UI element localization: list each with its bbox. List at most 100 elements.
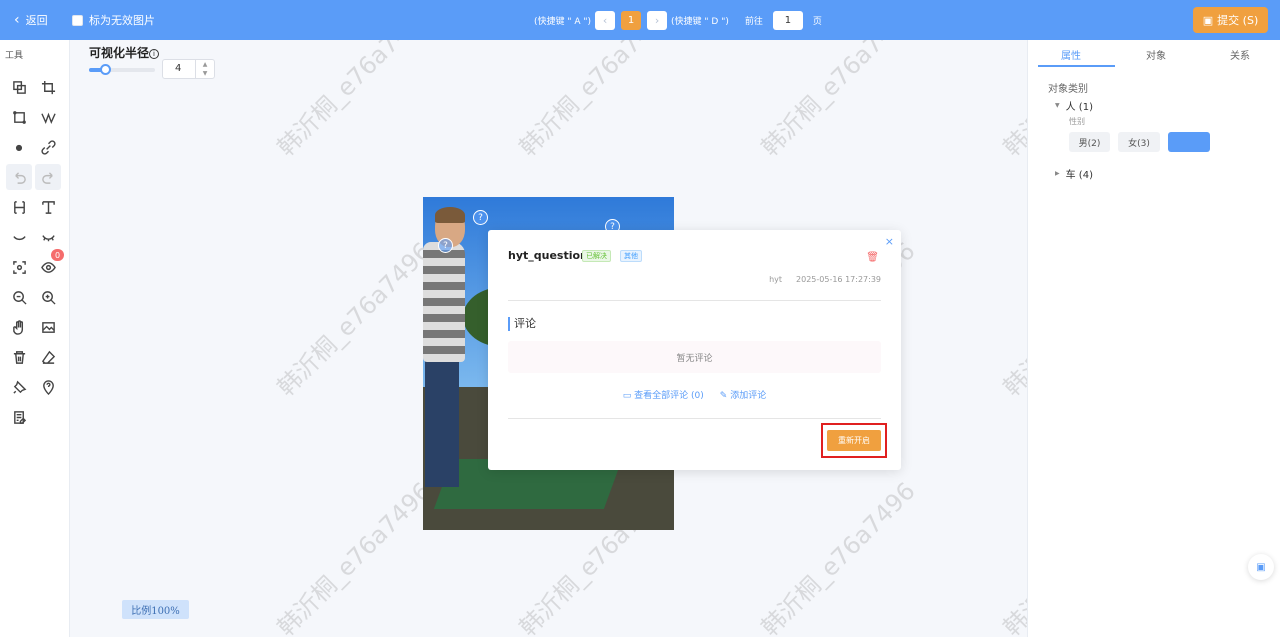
skeleton-tool[interactable] — [6, 194, 32, 220]
caret-down-icon[interactable]: ▼ — [1055, 102, 1060, 109]
pin-tool[interactable] — [6, 374, 32, 400]
radius-value[interactable]: 4 — [175, 63, 181, 74]
next-page-button[interactable]: › — [647, 10, 668, 30]
question-marker-icon — [42, 379, 54, 395]
tool-panel: 工具 ● 0 — [0, 40, 70, 637]
view-all-comments-link[interactable]: ▭ 查看全部评论 (0) — [623, 388, 704, 401]
watermark-text: 韩沂桐_e76a7496 — [755, 476, 921, 637]
watermark-text: 韩沂桐_e76a7496 — [271, 236, 437, 402]
divider — [508, 418, 881, 419]
goto-suffix: 页 — [812, 16, 822, 27]
caret-right-icon[interactable]: ▶ — [1055, 170, 1060, 177]
stepper-arrows[interactable]: ▲ ▼ — [195, 60, 214, 78]
question-marker[interactable]: ? — [473, 210, 488, 225]
radius-stepper[interactable]: 4 ▲ ▼ — [162, 59, 215, 79]
pin-icon — [12, 380, 26, 394]
tab-objects[interactable]: 对象 — [1146, 47, 1166, 62]
rectangle-tool[interactable] — [6, 104, 32, 130]
notes-tool[interactable] — [6, 404, 32, 430]
person-shirt — [423, 242, 465, 362]
redo-button[interactable] — [35, 164, 61, 190]
save-icon: ▣ — [1202, 13, 1214, 27]
save-float-button[interactable]: ▣ — [1248, 554, 1274, 580]
question-author: hyt — [769, 275, 783, 284]
skeleton-icon — [13, 200, 25, 214]
zoom-out-icon — [12, 290, 27, 305]
option-selected[interactable] — [1168, 132, 1210, 152]
tree-item-car[interactable]: ▶ 车 (4) — [1055, 166, 1093, 181]
zoom-out-button[interactable] — [6, 284, 32, 310]
tab-relations[interactable]: 关系 — [1230, 47, 1250, 62]
panel-tabs: 属性 对象 关系 — [1033, 40, 1280, 67]
undo-button[interactable] — [6, 164, 32, 190]
crop-icon — [41, 80, 55, 94]
add-comment-label: 添加评论 — [730, 391, 767, 401]
curve-icon — [12, 235, 26, 240]
watermark-text: 韩沂桐_e76a7496 — [271, 476, 437, 637]
tree-item-person[interactable]: ▼ 人 (1) — [1055, 98, 1093, 113]
back-button[interactable]: ‹ 返回 — [14, 12, 48, 28]
curve-tool[interactable] — [6, 224, 32, 250]
tab-attributes[interactable]: 属性 — [1061, 47, 1081, 62]
text-tool[interactable] — [35, 194, 61, 220]
link-tool[interactable] — [35, 134, 61, 160]
option-female[interactable]: 女(3) — [1118, 132, 1160, 152]
reopen-button[interactable]: 重新开启 — [827, 430, 881, 451]
person-legs — [425, 357, 459, 487]
mark-invalid-checkbox[interactable]: 标为无效图片 — [72, 12, 155, 28]
checkbox-box[interactable] — [72, 14, 83, 26]
mark-invalid-label: 标为无效图片 — [89, 14, 155, 27]
right-panel: 属性 对象 关系 对象类别 ▼ 人 (1) 性别 男(2) 女(3) ▶ 车 (… — [1027, 40, 1280, 637]
image-icon — [41, 321, 55, 333]
link-icon — [40, 139, 56, 155]
delete-question-icon[interactable]: 🗑 — [866, 252, 879, 263]
info-icon[interactable]: i — [149, 49, 160, 59]
hidden-count-badge: 0 — [51, 249, 64, 261]
object-category-label: 对象类别 — [1048, 84, 1088, 95]
eyelash-tool[interactable] — [35, 224, 61, 250]
question-tool[interactable] — [35, 374, 61, 400]
car-label: 车 (4) — [1065, 170, 1093, 181]
zoom-in-icon — [41, 290, 56, 305]
close-icon[interactable]: × — [885, 235, 894, 248]
goto-page-input[interactable]: 1 — [772, 10, 803, 30]
point-icon: ● — [15, 142, 23, 152]
visual-radius-label: 可视化半径 i — [89, 44, 160, 61]
question-meta: hyt 2025-05-16 17:27:39 — [769, 275, 881, 284]
prev-page-button[interactable]: ‹ — [595, 10, 616, 30]
delete-tool[interactable] — [6, 344, 32, 370]
type-badge: 其他 — [620, 250, 642, 262]
focus-tool[interactable] — [6, 254, 32, 280]
crop-tool[interactable] — [35, 74, 61, 100]
visual-radius-text: 可视化半径 — [89, 46, 150, 60]
visibility-toggle[interactable]: 0 — [35, 249, 64, 280]
hand-icon — [12, 319, 23, 335]
copy-box-tool[interactable] — [6, 74, 32, 100]
eraser-tool[interactable] — [35, 344, 61, 370]
polyline-icon — [40, 112, 56, 124]
radius-slider[interactable] — [89, 64, 155, 75]
question-marker[interactable]: ? — [438, 238, 453, 253]
question-title: hyt_question — [508, 249, 588, 262]
option-male[interactable]: 男(2) — [1069, 132, 1110, 152]
current-page-button[interactable]: 1 — [621, 10, 642, 30]
submit-button[interactable]: ▣ 提交 (S) — [1193, 7, 1268, 33]
image-tool[interactable] — [35, 314, 61, 340]
trash-icon — [13, 350, 25, 364]
copy-icon — [12, 80, 26, 94]
view-all-comments-label: 查看全部评论 (0) — [634, 391, 704, 401]
add-comment-link[interactable]: ✎ 添加评论 — [720, 388, 766, 401]
person-label: 人 (1) — [1065, 102, 1093, 113]
polyline-tool[interactable] — [35, 104, 61, 130]
undo-icon — [14, 171, 26, 184]
pan-tool[interactable] — [6, 314, 32, 340]
zoom-in-button[interactable] — [35, 284, 61, 310]
slider-handle[interactable] — [99, 64, 111, 75]
eye-icon — [40, 261, 56, 273]
point-tool[interactable]: ● — [6, 134, 32, 160]
empty-comments: 暂无评论 — [508, 341, 881, 373]
edit-icon: ✎ — [719, 391, 731, 401]
person-hair — [435, 207, 465, 223]
comment-actions: ▭ 查看全部评论 (0) ✎ 添加评论 — [488, 388, 901, 401]
eyelash-icon — [41, 234, 55, 241]
